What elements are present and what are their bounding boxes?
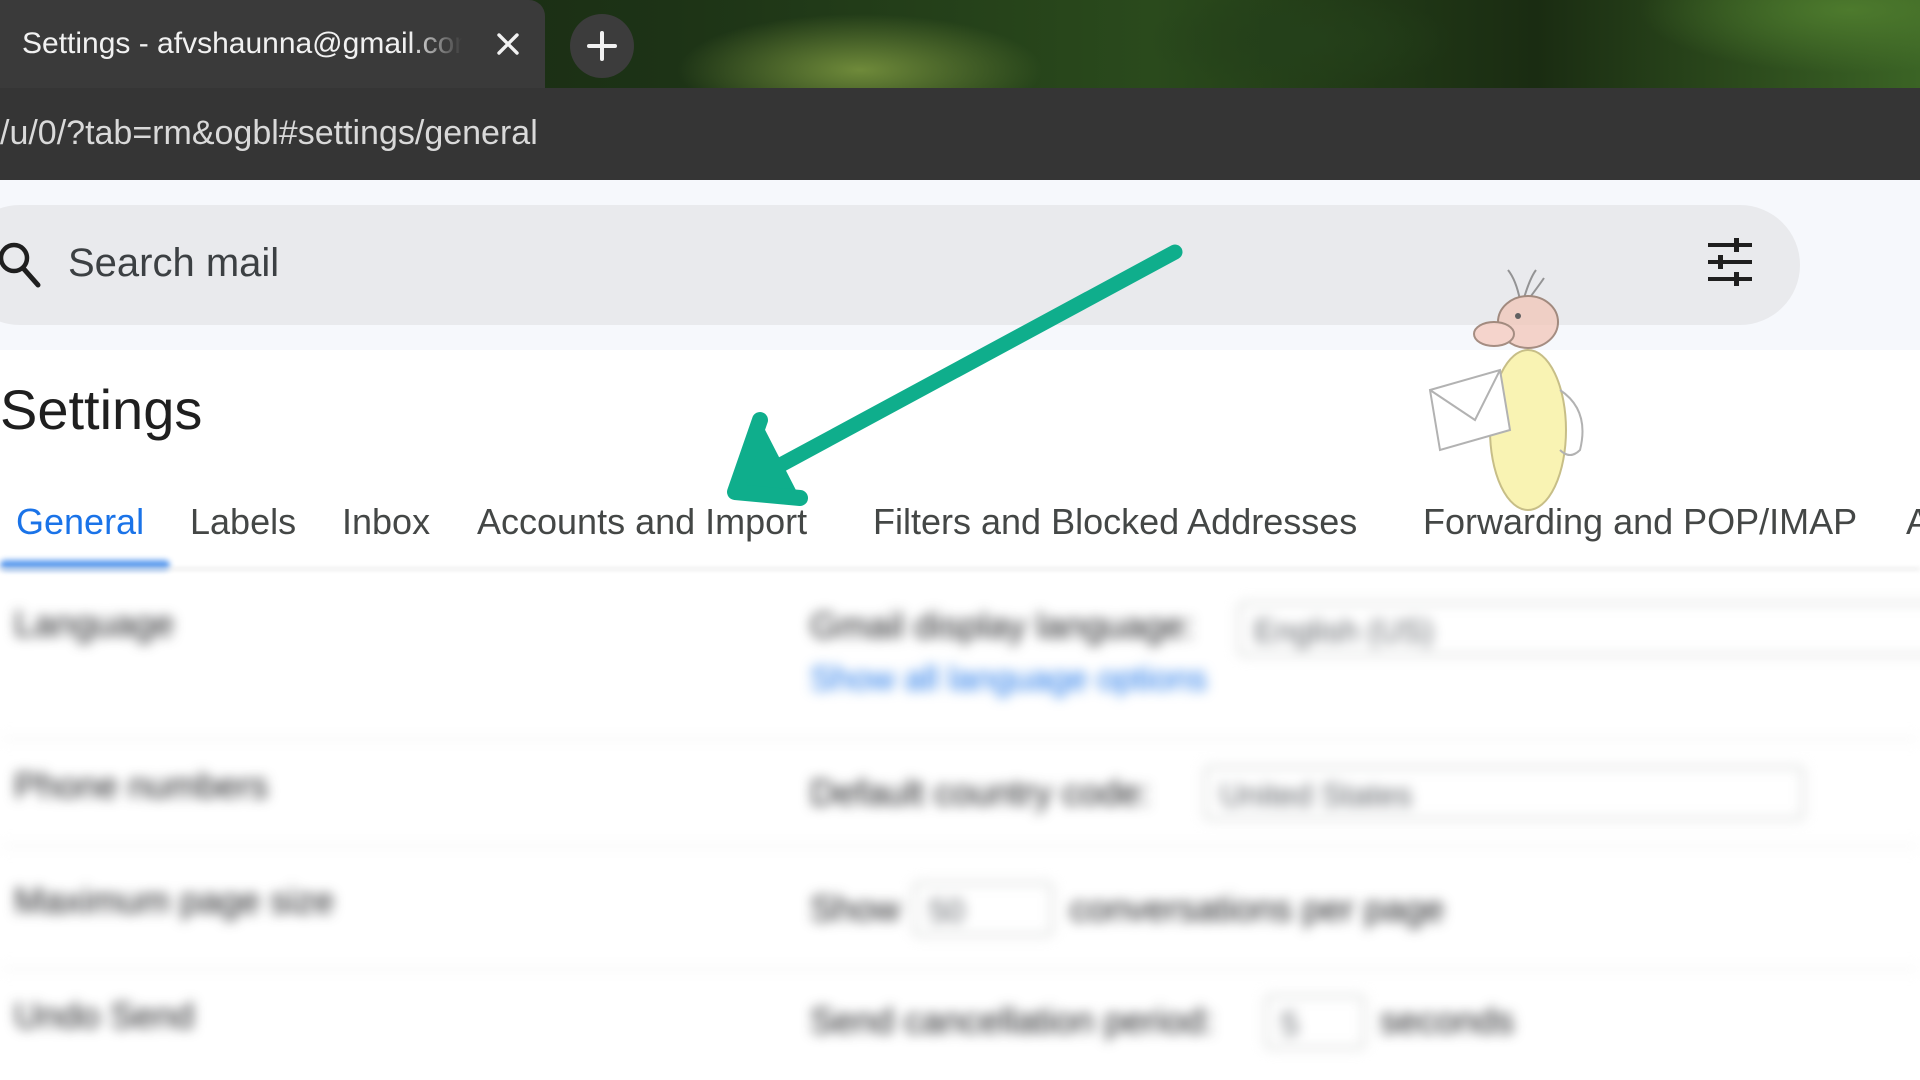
url-text[interactable]: /u/0/?tab=rm&ogbl#settings/general (0, 108, 538, 158)
page-size-suffix: conversations per page (1070, 888, 1445, 929)
cancellation-period-label: Send cancellation period: (810, 1000, 1215, 1041)
tab-labels[interactable]: Labels (190, 492, 296, 552)
display-language-select[interactable]: English (US) (1238, 602, 1920, 656)
display-language-label: Gmail display language: (810, 605, 1195, 646)
search-input[interactable] (66, 232, 1370, 294)
cancellation-period-suffix: seconds (1380, 1000, 1515, 1041)
show-language-options-link[interactable]: Show all language options (810, 660, 1207, 699)
country-code-label: Default country code: (810, 772, 1151, 813)
country-code-select[interactable]: United States (1204, 766, 1804, 820)
page-title: Settings (0, 378, 203, 441)
tab-filters-and-blocked-addresses[interactable]: Filters and Blocked Addresses (873, 492, 1357, 552)
cancellation-period-select[interactable]: 5 (1265, 995, 1365, 1049)
tab-inbox[interactable]: Inbox (342, 492, 430, 552)
row-divider (0, 968, 1920, 970)
row-label-language: Language (14, 603, 175, 644)
tune-icon[interactable] (1704, 236, 1756, 288)
row-label-maximum-page-size: Maximum page size (14, 880, 335, 921)
cartoon-mascot-image (1428, 269, 1584, 511)
browser-tab[interactable]: Settings - afvshaunna@gmail.com (0, 0, 545, 88)
address-bar[interactable]: /u/0/?tab=rm&ogbl#settings/general (0, 88, 1920, 180)
tabs-divider (0, 568, 1920, 570)
browser-tab-strip: Settings - afvshaunna@gmail.com (0, 0, 1920, 88)
plus-icon (587, 31, 617, 61)
row-label-undo-send: Undo Send (14, 995, 195, 1036)
close-tab-icon[interactable] (488, 24, 528, 64)
search-icon[interactable] (0, 240, 44, 290)
row-divider (0, 738, 1920, 740)
row-divider (0, 845, 1920, 847)
settings-tabs: General Labels Inbox Accounts and Import… (0, 492, 1920, 552)
tab-more[interactable]: A (1906, 492, 1920, 552)
tab-title: Settings - afvshaunna@gmail.com (22, 27, 462, 60)
row-label-phone-numbers: Phone numbers (14, 765, 269, 806)
tab-accounts-and-import[interactable]: Accounts and Import (477, 492, 807, 552)
tab-general[interactable]: General (16, 492, 144, 552)
new-tab-button[interactable] (570, 14, 634, 78)
page-size-show-label: Show (810, 888, 901, 929)
page-size-select[interactable]: 50 (913, 882, 1053, 936)
